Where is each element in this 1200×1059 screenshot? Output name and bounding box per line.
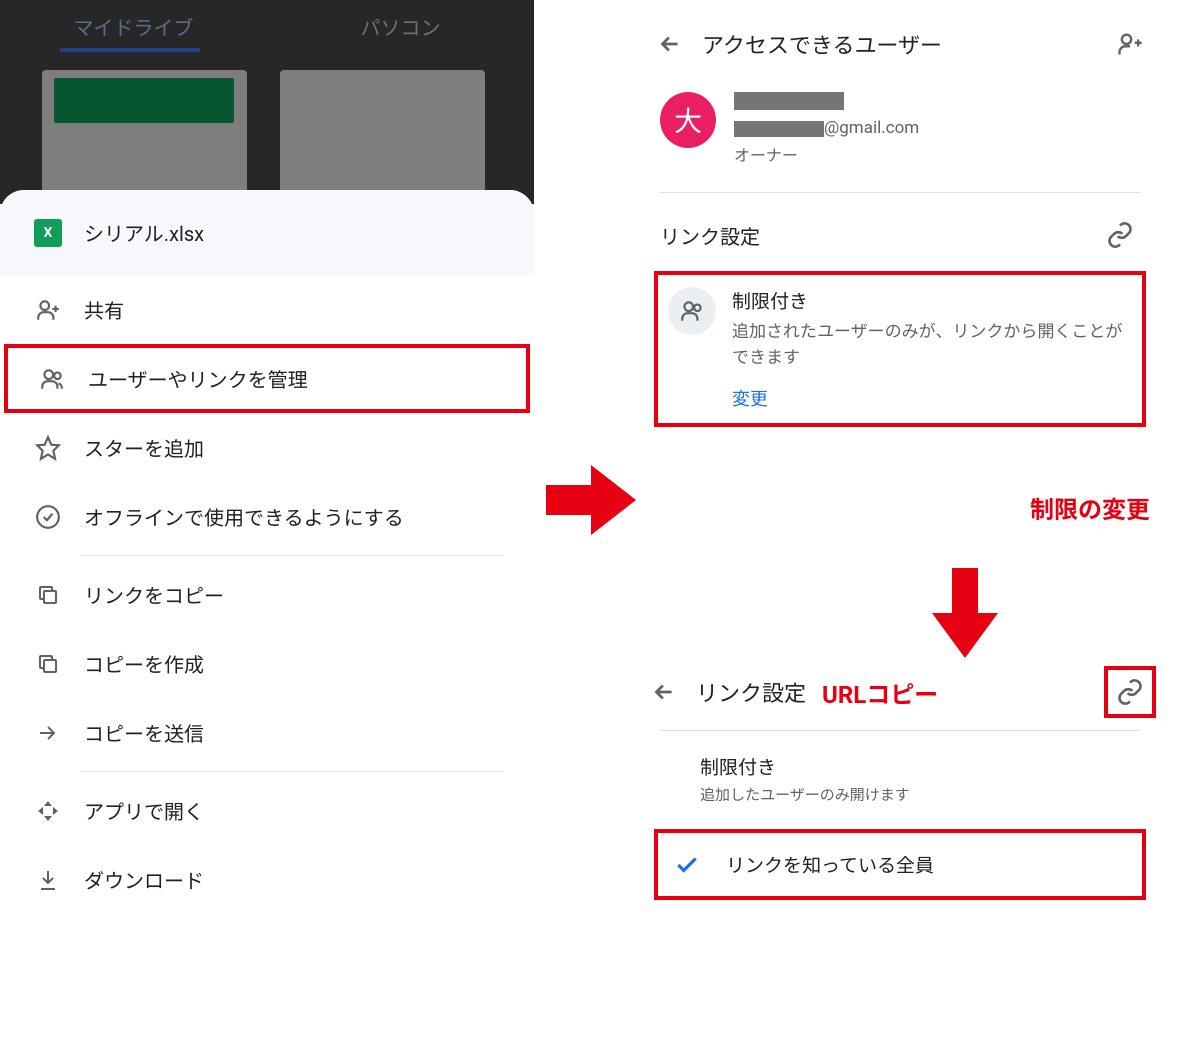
link-settings-label: リンク設定 xyxy=(660,221,1100,250)
link-icon[interactable] xyxy=(1100,215,1140,255)
menu-offline[interactable]: オフラインで使用できるようにする xyxy=(0,482,534,551)
people-icon xyxy=(668,287,716,335)
annotation-url-copy: URLコピー xyxy=(822,675,938,710)
menu-add-star-label: スターを追加 xyxy=(84,433,204,462)
owner-role: オーナー xyxy=(734,142,1140,166)
menu-make-copy[interactable]: コピーを作成 xyxy=(0,629,534,698)
copy-icon xyxy=(34,581,62,609)
restricted-box[interactable]: 制限付き 追加されたユーザーのみが、リンクから開くことができます 変更 xyxy=(654,271,1146,427)
open-with-icon xyxy=(34,797,62,825)
menu-make-copy-label: コピーを作成 xyxy=(84,649,204,678)
link-anyone-label: リンクを知っている全員 xyxy=(726,851,934,878)
divider xyxy=(660,730,1140,731)
link-copy-icon[interactable] xyxy=(1110,672,1150,712)
annotation-change-restriction: 制限の変更 xyxy=(1030,490,1150,525)
back-button[interactable] xyxy=(644,672,684,712)
menu-open-with[interactable]: アプリで開く xyxy=(0,776,534,845)
check-icon xyxy=(674,852,700,878)
change-link[interactable]: 変更 xyxy=(732,385,768,411)
copy-link-highlight xyxy=(1104,666,1156,718)
menu-copy-link-label: リンクをコピー xyxy=(84,580,224,609)
menu-add-star[interactable]: スターを追加 xyxy=(0,413,534,482)
link-restricted-title: 制限付き xyxy=(700,753,1140,780)
restricted-title: 制限付き xyxy=(732,287,1132,314)
add-person-button[interactable] xyxy=(1110,24,1150,64)
restricted-desc: 追加されたユーザーのみが、リンクから開くことができます xyxy=(732,320,1132,371)
link-restricted-option[interactable]: 制限付き 追加したユーザーのみ開けます xyxy=(640,737,1160,815)
overlay-dim xyxy=(0,0,534,204)
link-restricted-desc: 追加したユーザーのみ開けます xyxy=(700,784,1140,805)
menu-manage-access[interactable]: ユーザーやリンクを管理 xyxy=(4,344,530,413)
arrow-down-annotation xyxy=(930,568,1000,658)
access-title: アクセスできるユーザー xyxy=(702,28,1110,60)
access-header: アクセスできるユーザー xyxy=(640,0,1160,88)
divider xyxy=(80,555,504,556)
link-popup-header: リンク設定 URLコピー xyxy=(640,660,1160,724)
menu-manage-access-label: ユーザーやリンクを管理 xyxy=(88,364,308,393)
download-icon xyxy=(34,866,62,894)
back-button[interactable] xyxy=(650,24,690,64)
bottom-sheet: X シリアル.xlsx 共有 ユーザーやリンクを管理 スターを追加 xyxy=(0,190,534,914)
arrow-right-annotation xyxy=(546,460,636,540)
menu-send-copy-label: コピーを送信 xyxy=(84,718,204,747)
menu-copy-link[interactable]: リンクをコピー xyxy=(0,560,534,629)
email-suffix: @gmail.com xyxy=(824,118,919,138)
divider xyxy=(660,192,1140,193)
file-name: シリアル.xlsx xyxy=(84,218,204,247)
avatar: 大 xyxy=(660,92,716,148)
person-add-icon xyxy=(34,296,62,324)
menu-share[interactable]: 共有 xyxy=(0,275,534,344)
menu-send-copy[interactable]: コピーを送信 xyxy=(0,698,534,767)
link-settings-header: リンク設定 xyxy=(640,199,1160,271)
right-screen-link-settings: リンク設定 URLコピー 制限付き 追加したユーザーのみ開けます リンクを知って… xyxy=(640,660,1160,900)
divider xyxy=(80,771,504,772)
owner-email: @gmail.com xyxy=(734,118,1140,138)
menu-share-label: 共有 xyxy=(84,295,124,324)
menu-download[interactable]: ダウンロード xyxy=(0,845,534,914)
menu-open-with-label: アプリで開く xyxy=(84,796,204,825)
send-icon xyxy=(34,719,62,747)
left-screen: マイドライブ パソコン X シリアル.xlsx 共有 ユーザーやリンクを管理 xyxy=(0,0,534,1059)
menu-download-label: ダウンロード xyxy=(84,865,204,894)
star-icon xyxy=(34,434,62,462)
link-anyone-option[interactable]: リンクを知っている全員 xyxy=(654,829,1146,900)
redacted-email-prefix xyxy=(734,121,824,137)
offline-icon xyxy=(34,503,62,531)
copy-icon xyxy=(34,650,62,678)
owner-row: 大 @gmail.com オーナー xyxy=(640,88,1160,186)
menu-offline-label: オフラインで使用できるようにする xyxy=(84,502,404,531)
sheet-file-header: X シリアル.xlsx xyxy=(0,190,534,275)
link-popup-title: リンク設定 xyxy=(696,676,806,708)
right-screen-access: アクセスできるユーザー 大 @gmail.com オーナー リンク設定 制 xyxy=(640,0,1160,427)
owner-info: @gmail.com オーナー xyxy=(734,92,1140,166)
people-icon xyxy=(38,365,66,393)
redacted-name xyxy=(734,92,844,110)
xlsx-icon: X xyxy=(34,219,62,247)
